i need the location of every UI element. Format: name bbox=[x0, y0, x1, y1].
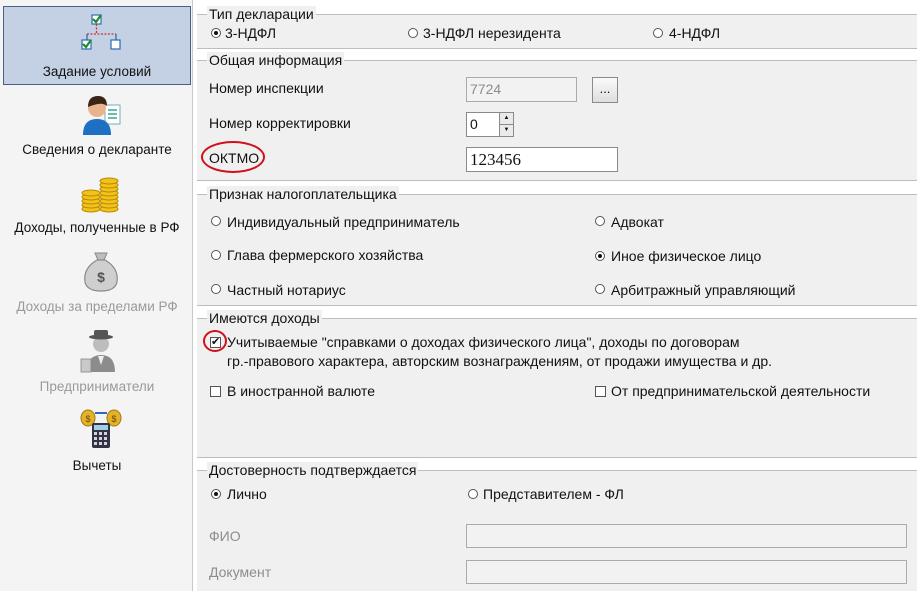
radio-4-ndfl-label: 4-НДФЛ bbox=[669, 25, 721, 41]
oktmo-highlight-ring bbox=[201, 141, 265, 173]
svg-text:$: $ bbox=[97, 269, 105, 285]
stepper-up-icon[interactable]: ▲ bbox=[500, 113, 513, 125]
coins-icon bbox=[81, 177, 119, 213]
radio-other-individual[interactable] bbox=[595, 251, 605, 261]
income-certificates-label-line1: Учитываемые "справками о доходах физичес… bbox=[227, 334, 740, 350]
foreign-currency-checkbox[interactable] bbox=[210, 386, 221, 397]
sidebar-item-label: Доходы, полученные в РФ bbox=[14, 220, 180, 235]
radio-3-ndfl-label: 3-НДФЛ bbox=[225, 25, 277, 41]
radio-personally-label: Лично bbox=[227, 486, 267, 502]
correction-number-field[interactable]: 0 bbox=[466, 112, 500, 137]
sidebar-item-conditions[interactable]: Задание условий bbox=[3, 6, 191, 85]
browse-inspection-button[interactable]: ... bbox=[592, 77, 618, 103]
stepper-down-icon[interactable]: ▼ bbox=[500, 125, 513, 137]
correction-number-label: Номер корректировки bbox=[209, 115, 351, 131]
general-info-group: Общая информация Номер инспекции 7724 ..… bbox=[197, 52, 917, 181]
radio-arbitration-manager-label: Арбитражный управляющий bbox=[611, 282, 796, 298]
sidebar-item-label: Сведения о декларанте bbox=[22, 142, 172, 157]
income-group: Имеются доходы ✔ Учитываемые "справками … bbox=[197, 310, 917, 458]
taxpayer-sign-group: Признак налогоплательщика Индивидуальный… bbox=[197, 186, 917, 306]
radio-lawyer-label: Адвокат bbox=[611, 214, 664, 230]
radio-farm-head-label: Глава фермерского хозяйства bbox=[227, 247, 424, 263]
checkbox-highlight-ring bbox=[203, 330, 227, 352]
sidebar-item-declarant[interactable]: Сведения о декларанте bbox=[3, 88, 191, 164]
sidebar-item-label: Предприниматели bbox=[39, 379, 155, 394]
radio-representative[interactable] bbox=[468, 489, 478, 499]
radio-notary[interactable] bbox=[211, 284, 221, 294]
income-title: Имеются доходы bbox=[207, 310, 322, 326]
radio-individual-entrepreneur-label: Индивидуальный предприниматель bbox=[227, 214, 460, 230]
business-income-checkbox[interactable] bbox=[595, 386, 606, 397]
document-field bbox=[466, 560, 907, 584]
business-income-label: От предпринимательской деятельности bbox=[611, 383, 871, 399]
confirmation-title: Достоверность подтверждается bbox=[207, 462, 419, 478]
general-info-title: Общая информация bbox=[207, 52, 345, 68]
sidebar-item-label: Доходы за пределами РФ bbox=[16, 299, 178, 314]
radio-farm-head[interactable] bbox=[211, 250, 221, 260]
inspection-number-field: 7724 bbox=[466, 77, 577, 102]
radio-3-ndfl[interactable] bbox=[211, 28, 221, 38]
sidebar-item-label: Задание условий bbox=[42, 64, 152, 79]
radio-representative-label: Представителем - ФЛ bbox=[483, 486, 624, 502]
confirmation-group: Достоверность подтверждается Лично Предс… bbox=[197, 462, 917, 591]
businessman-icon bbox=[80, 330, 115, 373]
radio-lawyer[interactable] bbox=[595, 216, 605, 226]
person-icon bbox=[83, 96, 121, 135]
document-label: Документ bbox=[209, 564, 272, 580]
correction-number-stepper[interactable]: ▲ ▼ bbox=[499, 112, 514, 137]
sidebar-item-label: Вычеты bbox=[72, 458, 122, 473]
radio-3-ndfl-nonresident-label: 3-НДФЛ нерезидента bbox=[423, 25, 561, 41]
radio-4-ndfl[interactable] bbox=[653, 28, 663, 38]
radio-personally[interactable] bbox=[211, 489, 221, 499]
declaration-type-group: Тип декларации 3-НДФЛ 3-НДФЛ нерезидента… bbox=[197, 6, 917, 49]
radio-other-individual-label: Иное физическое лицо bbox=[611, 248, 762, 264]
sidebar-item-deductions[interactable]: $ $ Вычеты bbox=[3, 404, 191, 478]
sidebar-item-entrepreneurs[interactable]: Предприниматели bbox=[3, 326, 191, 398]
radio-individual-entrepreneur[interactable] bbox=[211, 216, 221, 226]
sidebar: Задание условий Сведения о декларанте До… bbox=[0, 0, 193, 591]
svg-text:$: $ bbox=[85, 414, 90, 424]
income-certificates-label-line2: гр.-правового характера, авторским возна… bbox=[227, 353, 772, 369]
foreign-currency-label: В иностранной валюте bbox=[227, 383, 375, 399]
sidebar-item-income-rf[interactable]: Доходы, полученные в РФ bbox=[3, 170, 191, 242]
sidebar-item-income-abroad[interactable]: $ Доходы за пределами РФ bbox=[3, 246, 191, 320]
fio-field bbox=[466, 524, 907, 548]
taxpayer-sign-title: Признак налогоплательщика bbox=[207, 186, 399, 202]
oktmo-field[interactable]: 123456 bbox=[466, 147, 618, 172]
inspection-number-label: Номер инспекции bbox=[209, 80, 324, 96]
radio-3-ndfl-nonresident[interactable] bbox=[408, 28, 418, 38]
decision-tree-icon bbox=[81, 14, 121, 50]
radio-arbitration-manager[interactable] bbox=[595, 284, 605, 294]
svg-text:$: $ bbox=[111, 414, 116, 424]
radio-notary-label: Частный нотариус bbox=[227, 282, 346, 298]
fio-label: ФИО bbox=[209, 528, 241, 544]
money-bag-icon: $ bbox=[84, 252, 118, 292]
declaration-type-title: Тип декларации bbox=[207, 6, 316, 22]
calculator-icon: $ $ bbox=[80, 409, 122, 448]
